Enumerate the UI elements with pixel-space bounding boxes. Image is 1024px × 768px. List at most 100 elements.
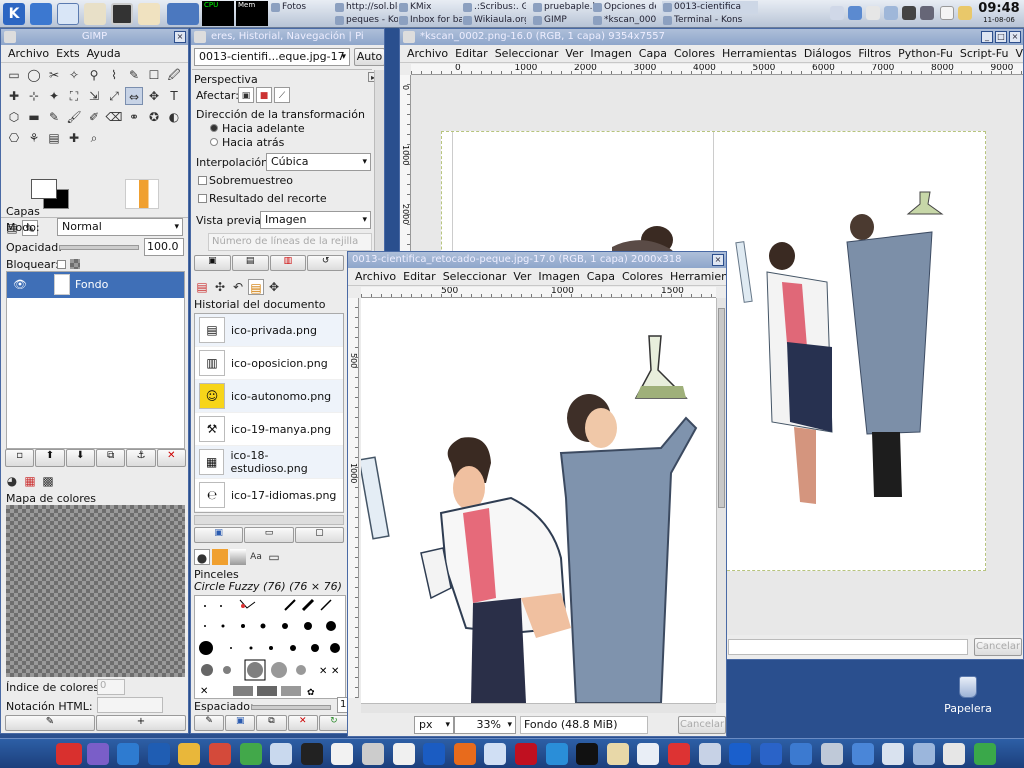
taskbar-item[interactable]: 0013-cientifica: [662, 1, 758, 14]
patterns-tab-icon[interactable]: ▩: [40, 473, 56, 489]
arrow-icon[interactable]: [729, 743, 752, 765]
taskbar-item[interactable]: .:Scribus:. GPL: [462, 1, 526, 14]
taskbar-item[interactable]: http://sol.blog: [334, 1, 398, 14]
ink-icon[interactable]: ⌫: [105, 108, 123, 126]
shield-icon[interactable]: [759, 743, 782, 765]
main-menu-8[interactable]: Diálogos: [804, 47, 852, 60]
volume-icon[interactable]: [920, 6, 934, 20]
gear-icon[interactable]: [790, 743, 813, 765]
globe-icon[interactable]: [882, 743, 905, 765]
history-item[interactable]: ☺ ico-autonomo.png: [195, 380, 343, 413]
card-icon[interactable]: [270, 743, 293, 765]
sub-hscrollbar[interactable]: [361, 703, 716, 713]
open-history-button[interactable]: ▣: [194, 527, 244, 543]
color-picker-icon[interactable]: ☐: [145, 66, 163, 84]
crab-icon[interactable]: [300, 743, 323, 765]
clip-label[interactable]: Resultado del recorte: [209, 192, 327, 205]
remove-history-button[interactable]: ▭: [244, 527, 294, 543]
shear-icon[interactable]: ⤢: [105, 87, 123, 105]
toolbox-menu-2[interactable]: Ayuda: [87, 47, 121, 60]
history-item[interactable]: ▦ ico-18-estudioso.png: [195, 446, 343, 479]
bucket-fill-icon[interactable]: ⬡: [5, 108, 23, 126]
restore-options-button[interactable]: ▤: [231, 255, 269, 271]
konqueror-launcher-icon[interactable]: [57, 3, 79, 25]
patterns-tab-icon[interactable]: [212, 549, 228, 565]
sub-vscroll-thumb[interactable]: [718, 308, 725, 508]
sub-window-titlebar[interactable]: 0013-cientifica_retocado-peque.jpg-17.0 …: [348, 252, 726, 268]
close-button[interactable]: ×: [174, 31, 186, 43]
pager-icon[interactable]: [167, 3, 199, 25]
sub-menu-0[interactable]: Archivo: [355, 270, 396, 283]
opacity-slider[interactable]: [59, 245, 139, 250]
trash-desktop-icon[interactable]: Papelera: [938, 676, 998, 715]
anchor-layer-button[interactable]: ⚓: [126, 449, 156, 467]
ellipse-select-icon[interactable]: ◯: [25, 66, 43, 84]
pencil-tool-icon[interactable]: 🖉: [165, 66, 183, 84]
taskbar-item[interactable]: Fotos: [270, 1, 334, 14]
paths-icon[interactable]: ✎: [125, 66, 143, 84]
main-menu-2[interactable]: Seleccionar: [495, 47, 559, 60]
image-select[interactable]: 0013-cientifi...eque.jpg-17: [194, 48, 350, 66]
gradients-tab-icon[interactable]: [230, 549, 246, 565]
sub-menu-5[interactable]: Capa: [587, 270, 615, 283]
sub-menu-2[interactable]: Seleccionar: [443, 270, 507, 283]
gears-launcher-icon[interactable]: [84, 3, 106, 25]
home-launcher-icon[interactable]: [138, 3, 160, 25]
flip-icon[interactable]: ✥: [145, 87, 163, 105]
pen-icon[interactable]: [851, 743, 874, 765]
airbrush-icon[interactable]: ✐: [85, 108, 103, 126]
tag-icon[interactable]: [912, 743, 935, 765]
kde-menu-icon[interactable]: K: [3, 3, 25, 25]
affect-selection-icon[interactable]: ■: [256, 87, 272, 103]
ie-icon[interactable]: [545, 743, 568, 765]
preview-select[interactable]: Imagen: [260, 211, 371, 229]
close-button[interactable]: ×: [1009, 31, 1021, 43]
grid-lines-select[interactable]: Número de líneas de la rejilla: [208, 233, 372, 251]
envelope-icon[interactable]: [637, 743, 660, 765]
options-scrollbar[interactable]: [374, 70, 384, 260]
window-icon[interactable]: [362, 743, 384, 765]
taskbar-item[interactable]: Inbox for bazof: [398, 14, 462, 27]
duplicate-layer-button[interactable]: ⧉: [95, 449, 126, 467]
desktop-icon[interactable]: [30, 3, 52, 25]
dodge-icon[interactable]: ⚘: [25, 129, 43, 147]
magnify-icon[interactable]: ⌕: [85, 129, 103, 147]
monitor-icon[interactable]: [821, 743, 843, 765]
visibility-eye-icon[interactable]: 👁: [13, 278, 27, 291]
circles-icon[interactable]: [974, 743, 996, 765]
layer-row[interactable]: 👁 Fondo: [7, 272, 184, 298]
brush-icon[interactable]: [331, 743, 354, 765]
tray-icon[interactable]: [866, 6, 880, 20]
toolbox-menu-0[interactable]: Archivo: [8, 47, 49, 60]
sub-menu-7[interactable]: Herramientas: [670, 270, 726, 283]
main-window-titlebar[interactable]: *kscan_0002.png-16.0 (RGB, 1 capa) 9354x…: [400, 29, 1023, 45]
new-brush-button[interactable]: ▣: [225, 715, 256, 731]
taskbar-item[interactable]: Terminal - Kons: [662, 14, 758, 27]
navigation-tab-icon[interactable]: ✥: [266, 279, 282, 295]
check-icon[interactable]: [943, 743, 966, 765]
taskbar-item[interactable]: peques - Konq: [334, 14, 398, 27]
auto-button[interactable]: Auto: [354, 48, 384, 66]
main-menu-3[interactable]: Ver: [565, 47, 583, 60]
firefox-icon[interactable]: [453, 743, 476, 765]
sub-menu-4[interactable]: Imagen: [538, 270, 579, 283]
color-index-input[interactable]: 0: [97, 679, 125, 695]
dock-titlebar[interactable]: eres, Historial, Navegación | Pi: [191, 29, 384, 45]
sub-menu-1[interactable]: Editar: [403, 270, 436, 283]
recreate-preview-button[interactable]: ▢: [294, 527, 344, 543]
taskbar-item[interactable]: *kscan_0002.png: [592, 14, 656, 27]
opera-icon[interactable]: [515, 743, 537, 765]
history-scrollbar[interactable]: [194, 515, 344, 525]
colormap-tab-icon[interactable]: ▦: [22, 473, 38, 489]
templates-tab-icon[interactable]: ▭: [266, 549, 282, 565]
smudge-icon[interactable]: ⎔: [5, 129, 23, 147]
zoom-select[interactable]: 33%: [454, 716, 516, 734]
delete-brush-button[interactable]: ✕: [287, 715, 318, 731]
horizontal-ruler[interactable]: 500 1000 1500: [361, 287, 716, 298]
star-icon[interactable]: [668, 743, 690, 765]
nvu-icon[interactable]: [86, 743, 109, 765]
spacing-slider[interactable]: [251, 705, 331, 710]
eraser-icon[interactable]: 🖌: [65, 108, 83, 126]
lock-alpha-checkbox[interactable]: [57, 260, 66, 269]
delete-layer-button[interactable]: ✕: [156, 449, 186, 467]
